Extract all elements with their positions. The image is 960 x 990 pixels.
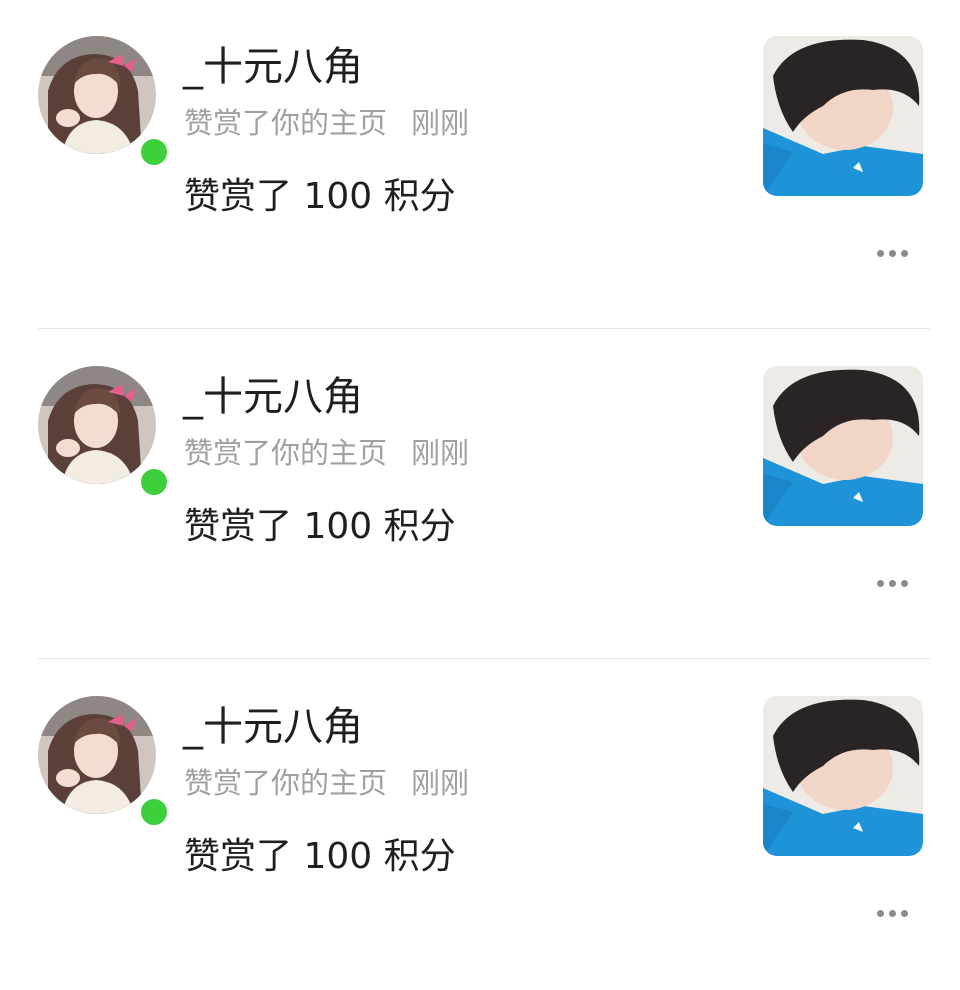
timestamp: 刚刚	[411, 106, 470, 140]
more-options-button[interactable]	[862, 896, 922, 930]
thumbnail[interactable]	[763, 696, 923, 856]
ellipsis-icon	[876, 909, 908, 917]
username[interactable]: _十元八角	[183, 699, 363, 755]
ellipsis-icon	[876, 249, 908, 257]
more-options-button[interactable]	[862, 236, 922, 270]
avatar[interactable]	[38, 366, 172, 500]
notification-meta: 赞赏了你的主页 刚刚	[184, 101, 469, 145]
notification-item[interactable]: _十元八角 赞赏了你的主页 刚刚 赞赏了 100 积分	[0, 0, 960, 330]
avatar-photo	[38, 36, 156, 154]
avatar[interactable]	[38, 696, 172, 830]
reward-text: 赞赏了 100 积分	[184, 506, 456, 547]
online-status-dot	[136, 464, 172, 500]
action-text: 赞赏了你的主页	[184, 436, 388, 470]
notification-item[interactable]: _十元八角 赞赏了你的主页 刚刚 赞赏了 100 积分	[0, 330, 960, 660]
action-text: 赞赏了你的主页	[184, 766, 388, 800]
notification-meta: 赞赏了你的主页 刚刚	[184, 431, 469, 475]
divider	[38, 328, 930, 329]
avatar-photo	[38, 366, 156, 484]
thumbnail[interactable]	[763, 36, 923, 196]
thumbnail[interactable]	[763, 366, 923, 526]
reward-text: 赞赏了 100 积分	[184, 176, 456, 217]
notification-feed: _十元八角 赞赏了你的主页 刚刚 赞赏了 100 积分 _十元八角 赞赏了你的主…	[0, 0, 960, 983]
divider	[38, 658, 930, 659]
timestamp: 刚刚	[411, 766, 470, 800]
action-text: 赞赏了你的主页	[184, 106, 388, 140]
avatar-photo	[38, 696, 156, 814]
notification-meta: 赞赏了你的主页 刚刚	[184, 761, 469, 805]
username[interactable]: _十元八角	[183, 39, 363, 95]
timestamp: 刚刚	[411, 436, 470, 470]
more-options-button[interactable]	[862, 566, 922, 600]
username[interactable]: _十元八角	[183, 369, 363, 425]
online-status-dot	[136, 134, 172, 170]
online-status-dot	[136, 794, 172, 830]
avatar[interactable]	[38, 36, 172, 170]
reward-text: 赞赏了 100 积分	[184, 836, 456, 877]
notification-item[interactable]: _十元八角 赞赏了你的主页 刚刚 赞赏了 100 积分	[0, 660, 960, 990]
ellipsis-icon	[876, 579, 908, 587]
